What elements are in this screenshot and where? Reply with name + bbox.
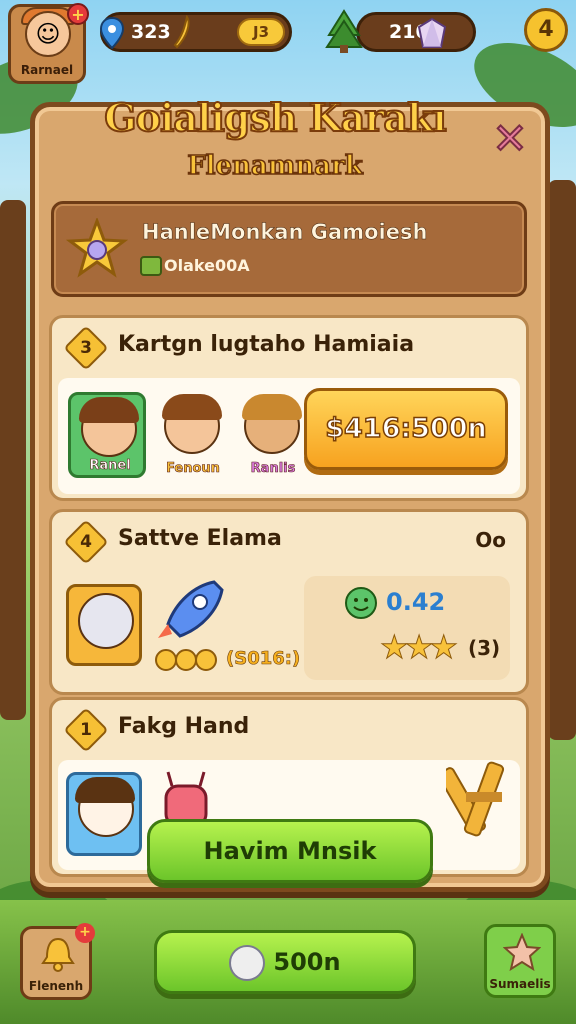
section-right-text: Oo — [475, 528, 506, 552]
pet-ears — [75, 777, 135, 803]
coin-stack-icon — [155, 649, 217, 671]
price-button[interactable]: $416:500n — [304, 388, 508, 470]
plus-icon: + — [75, 923, 95, 943]
character-name: Fenoun — [166, 461, 220, 477]
mission-badge-icon — [140, 256, 162, 276]
mission-panel: Goialigsh Karakı Flenamnark ✕ HanleMonka… — [30, 94, 550, 892]
smiley-icon — [345, 587, 377, 619]
section-body: (S016:) 0.42 ★★★ (3) — [58, 572, 520, 688]
character-card[interactable]: Ranlis — [234, 392, 312, 478]
stars-label: (3) — [468, 636, 501, 660]
panel-subtitle: Flenamnark — [186, 150, 363, 182]
gem-counter: 210 — [325, 9, 476, 53]
pet-card[interactable] — [66, 772, 142, 856]
section-rewards: 4 Sattve Elama Oo (S016:) 0.42 ★★★ (3) — [49, 509, 529, 695]
character-hair — [242, 394, 302, 420]
character-name: Ranel — [89, 458, 131, 474]
top-right-badge-button[interactable]: 4 — [524, 8, 568, 52]
section-header: 3 Kartgn lugtaho Hamiaia — [52, 318, 526, 374]
feather-icon — [173, 15, 190, 49]
bottom-left-label: Flenenh — [28, 979, 84, 993]
timer-value: 0.42 — [386, 588, 446, 616]
character-hair — [79, 397, 139, 423]
section-header: 1 Fakg Hand — [52, 700, 526, 756]
character-hair — [162, 394, 222, 420]
mission-subtitle: Olake00A — [164, 256, 250, 275]
pet-avatar — [78, 593, 134, 649]
pet-card[interactable] — [66, 584, 142, 666]
bottom-center-label: 500n — [273, 948, 341, 976]
tree-icon — [325, 9, 363, 53]
section-number-badge: 3 — [63, 325, 109, 371]
close-icon[interactable]: ✕ — [489, 117, 531, 163]
mission-title: HanleMonkan Gamoiesh — [142, 220, 428, 245]
section-title: Fakg Hand — [118, 714, 250, 739]
location-counter: 323 J3 — [99, 12, 292, 52]
star-rating-icon: ★★★ — [379, 628, 458, 667]
avatar: ☺ — [25, 11, 71, 57]
bottom-left-button[interactable]: + Flenenh — [20, 923, 95, 1000]
section-number-badge: 4 — [63, 519, 109, 565]
crystal-icon — [417, 17, 447, 48]
section-number-badge: 1 — [63, 707, 109, 753]
section-title: Sattve Elama — [118, 526, 282, 551]
gold-badge[interactable]: J3 — [237, 18, 285, 46]
wood-bundle-icon — [446, 761, 505, 837]
main-action-button[interactable]: Havim Mnsik — [147, 819, 433, 883]
player-name: Rarnael — [20, 63, 74, 77]
character-card[interactable]: Ranel — [68, 392, 146, 478]
star-magnifier-icon — [66, 218, 128, 278]
rocket-icon — [158, 580, 224, 638]
map-pin-icon — [99, 17, 125, 49]
pet-star-icon — [503, 933, 541, 972]
timer-box: 0.42 ★★★ (3) — [304, 576, 510, 680]
bottom-right-button[interactable]: Sumaelis — [484, 924, 556, 998]
price-label: $416:500n — [324, 412, 487, 445]
section-characters: 3 Kartgn lugtaho Hamiaia Ranel Fenoun Ra… — [49, 315, 529, 501]
mission-card: HanleMonkan Gamoiesh Olake00A — [51, 201, 527, 297]
top-hud: ☺ + Rarnael 323 J3 210 4 — [0, 0, 576, 84]
character-card[interactable]: Fenoun — [154, 392, 232, 478]
bottom-center-button[interactable]: 500n — [154, 930, 416, 994]
player-avatar-button[interactable]: ☺ + Rarnael — [8, 3, 89, 84]
pet-icon — [229, 945, 266, 981]
panel-title: Goialigsh Karakı — [103, 94, 448, 141]
bottom-right-label: Sumaelis — [489, 977, 551, 991]
section-header: 4 Sattve Elama Oo — [52, 512, 526, 568]
bell-icon — [41, 937, 75, 972]
plus-icon[interactable]: + — [67, 3, 89, 25]
section-body: Ranel Fenoun Ranlis $416:500n — [58, 378, 520, 494]
location-value: 323 — [131, 21, 171, 43]
section-title: Kartgn lugtaho Hamiaia — [118, 332, 415, 357]
reward-count: (S016:) — [226, 648, 301, 670]
character-name: Ranlis — [250, 461, 296, 477]
